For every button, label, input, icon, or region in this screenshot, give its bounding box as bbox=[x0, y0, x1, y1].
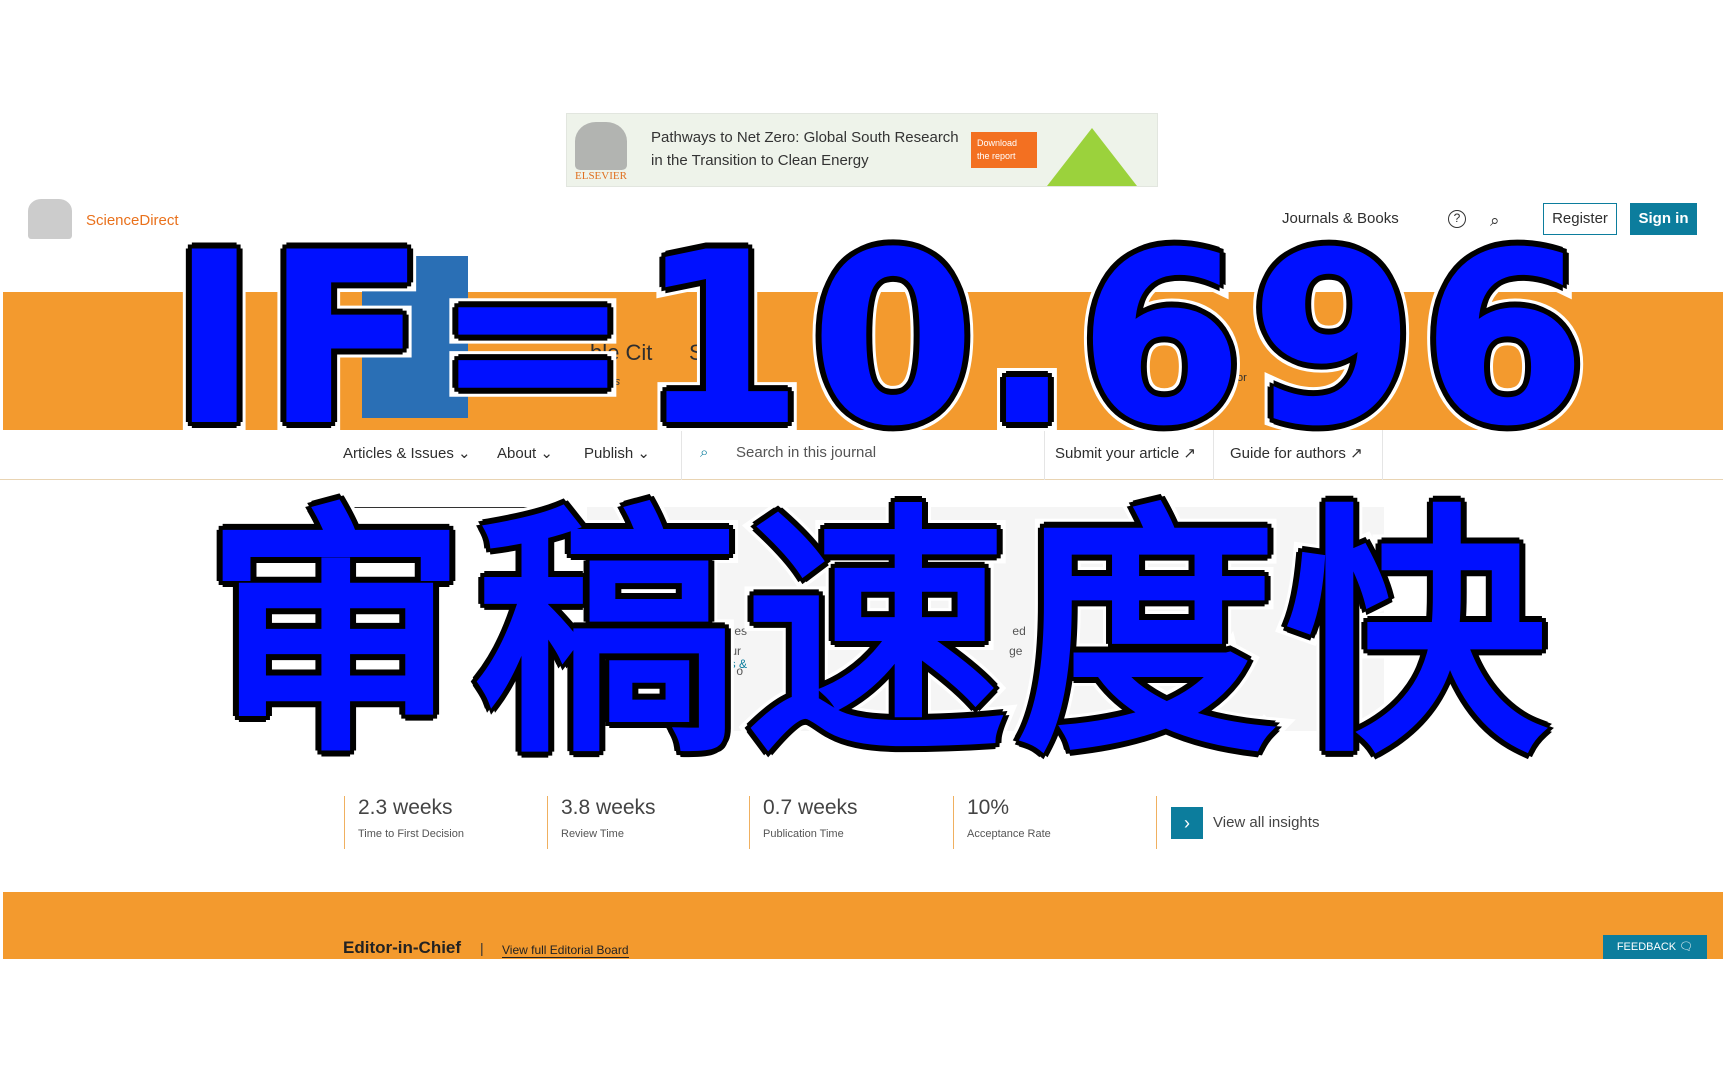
ad-banner[interactable]: ELSEVIER Pathways to Net Zero: Global So… bbox=[566, 113, 1158, 187]
view-all-insights-link[interactable]: › View all insights bbox=[1156, 796, 1319, 849]
elsevier-tree-logo bbox=[575, 122, 627, 170]
feedback-button[interactable]: FEEDBACK 🗨 bbox=[1603, 935, 1707, 959]
stat-acceptance-rate: 10% Acceptance Rate bbox=[953, 796, 1051, 849]
stat-first-decision: 2.3 weeks Time to First Decision bbox=[344, 796, 464, 849]
ad-text: Pathways to Net Zero: Global South Resea… bbox=[651, 129, 959, 169]
stat-review-time: 3.8 weeks Review Time bbox=[547, 796, 656, 849]
editorial-board-link[interactable]: View full Editorial Board bbox=[502, 943, 629, 958]
editorial-band bbox=[3, 892, 1723, 959]
download-report-button[interactable]: Download the report bbox=[971, 132, 1037, 168]
fast-review-overlay: 审稿速度快 bbox=[196, 483, 1556, 788]
ad-brand: ELSEVIER bbox=[575, 170, 627, 182]
separator: | bbox=[480, 940, 484, 956]
editor-in-chief-heading: Editor-in-Chief bbox=[343, 938, 462, 957]
ad-illustration bbox=[1047, 128, 1137, 186]
chat-bubble-icon: 🗨 bbox=[1679, 941, 1694, 953]
stat-publication-time: 0.7 weeks Publication Time bbox=[749, 796, 858, 849]
chevron-right-icon[interactable]: › bbox=[1171, 806, 1203, 839]
elsevier-logo[interactable] bbox=[28, 199, 72, 239]
sign-in-button[interactable]: Sign in bbox=[1630, 203, 1697, 235]
impact-factor-overlay: IF=10.696 bbox=[161, 202, 1596, 479]
sciencedirect-logo[interactable]: ScienceDirect bbox=[86, 212, 179, 229]
